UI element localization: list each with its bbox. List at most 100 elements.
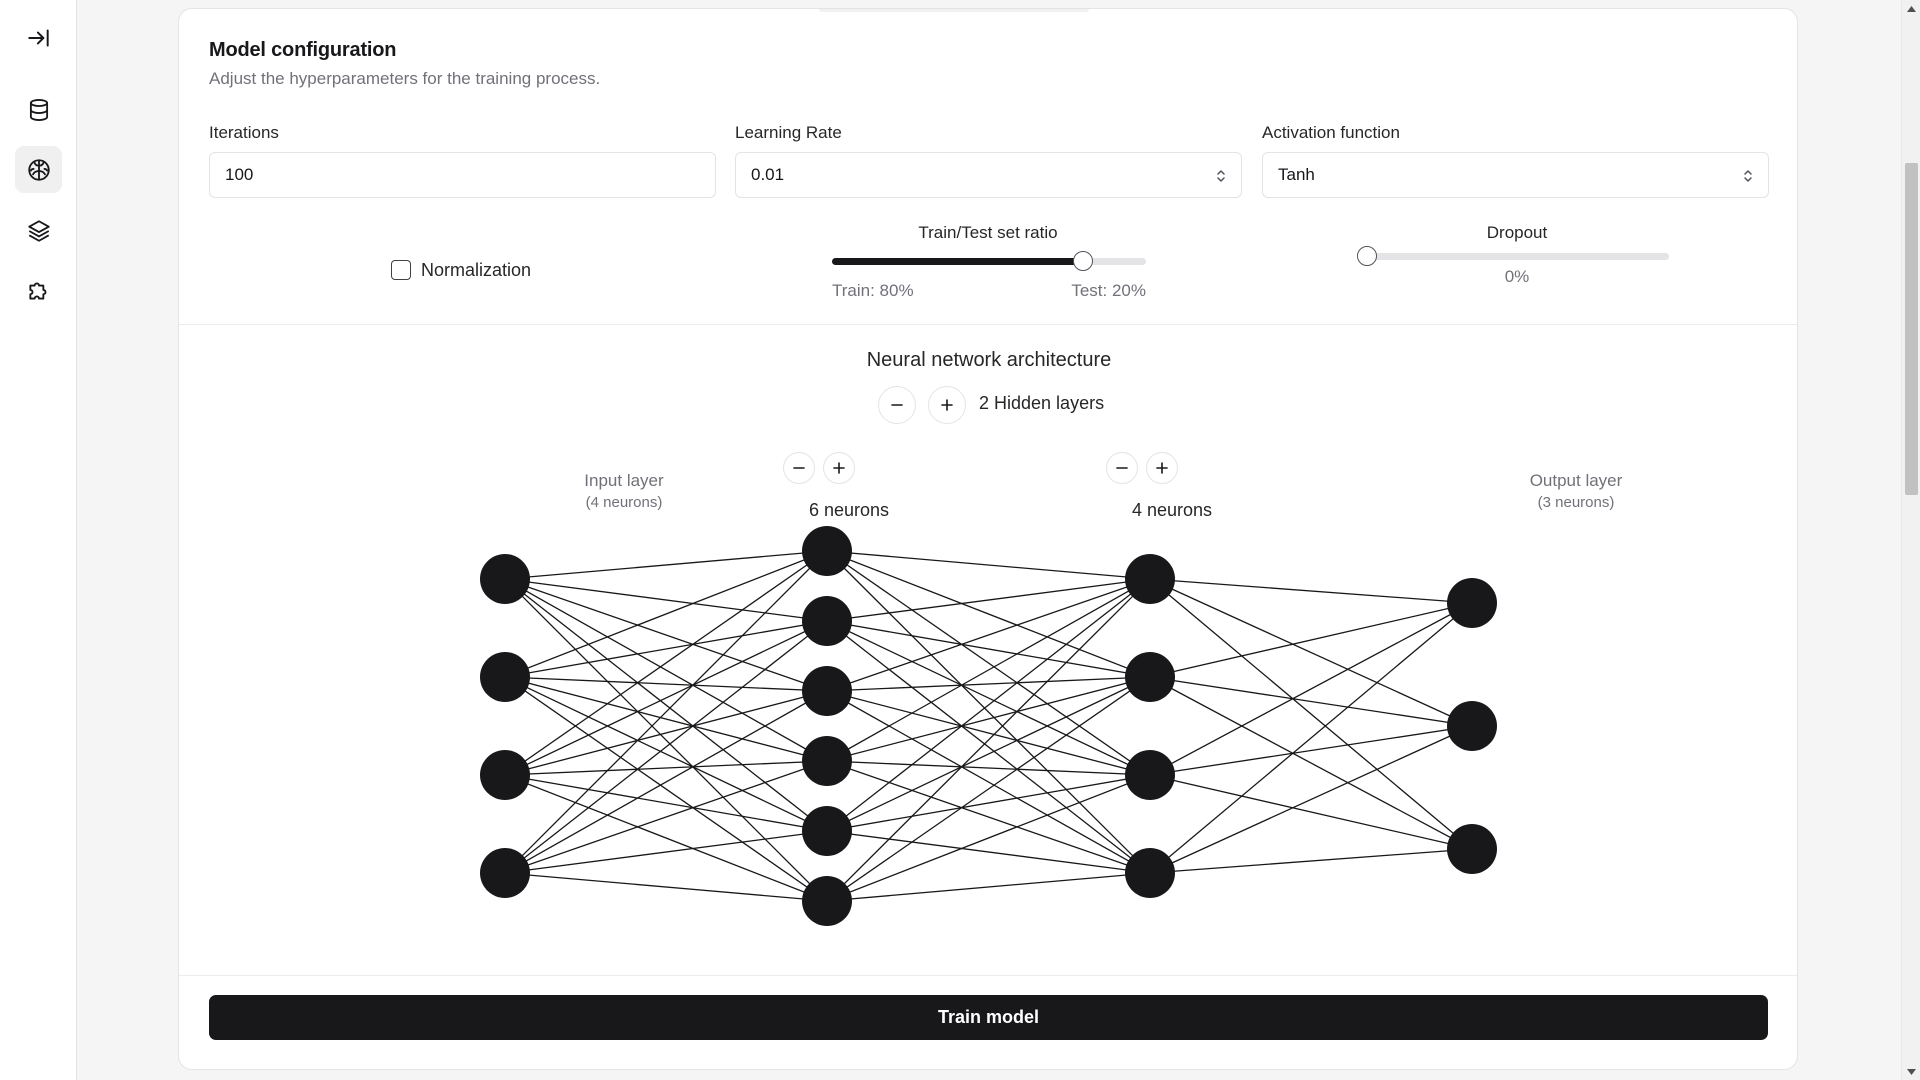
scroll-down-arrow[interactable] (1902, 1063, 1920, 1080)
connection-line (826, 676, 1151, 692)
hidden-layer-1-remove-neuron-button[interactable] (783, 452, 815, 484)
neuron-layer-3-2 (1447, 824, 1497, 874)
connection-line (1149, 774, 1473, 850)
neuron-layer-1-4 (802, 806, 852, 856)
connection-line (826, 690, 1151, 776)
output-layer-neurons: (3 neurons) (1537, 494, 1615, 511)
connection-line (504, 550, 828, 678)
connection-line (826, 774, 1151, 902)
architecture-title: Neural network architecture (866, 349, 1112, 371)
vertical-scrollbar[interactable] (1901, 0, 1920, 1080)
sidebar-item-data[interactable] (15, 86, 62, 133)
neuron-layer-2-3 (1125, 848, 1175, 898)
hidden-layers-count: 2 Hidden layers (979, 393, 1105, 413)
neuron-layer-3-0 (1447, 578, 1497, 628)
hidden-layer-1-add-neuron-button[interactable] (823, 452, 855, 484)
neuron-layer-1-5 (802, 876, 852, 926)
section-divider (179, 324, 1797, 325)
dropout-title: Dropout (1486, 223, 1548, 242)
connection-line (1149, 848, 1473, 874)
connection-line (826, 676, 1151, 832)
connection-line (1149, 602, 1473, 874)
connection-line (504, 578, 828, 902)
connection-line (504, 690, 828, 776)
connection-line (826, 872, 1151, 902)
neuron-layer-1-0 (802, 526, 852, 576)
connection-line (504, 578, 828, 762)
connection-line (1149, 578, 1473, 604)
neuron-layer-0-3 (480, 848, 530, 898)
input-layer-label: Input layer (584, 471, 664, 490)
hidden-layer-2-remove-neuron-button[interactable] (1106, 452, 1138, 484)
chevron-up-down-icon (1217, 170, 1225, 182)
iterations-field-wrapper (209, 152, 716, 198)
connection-line (826, 620, 1151, 874)
connection-line (1149, 725, 1473, 776)
connection-line (504, 760, 828, 874)
neuron-layer-1-2 (802, 666, 852, 716)
puzzle-icon (28, 282, 46, 300)
sidebar-item-layers[interactable] (15, 207, 62, 254)
connection-line (826, 550, 1151, 776)
activation-value: Tanh (1278, 165, 1315, 184)
neuron-layer-0-1 (480, 652, 530, 702)
sidebar-item-model[interactable] (15, 146, 62, 193)
connection-line (504, 690, 828, 874)
add-hidden-layer-button[interactable] (928, 386, 966, 424)
split-slider-title: Train/Test set ratio (918, 223, 1058, 242)
neuron-layer-2-0 (1125, 554, 1175, 604)
connection-line (826, 774, 1151, 832)
neuron-layer-1-1 (802, 596, 852, 646)
dropout-slider-thumb[interactable] (1357, 246, 1377, 266)
minus-icon (1116, 467, 1128, 469)
plus-icon (941, 399, 953, 411)
learning-rate-value: 0.01 (751, 165, 785, 184)
connection-line (826, 578, 1151, 762)
connection-line (504, 620, 828, 678)
connection-line (1149, 725, 1473, 874)
connection-line (504, 872, 828, 902)
plus-icon (1156, 462, 1168, 474)
plus-icon (833, 462, 845, 474)
card-description: Adjust the hyperparameters for the train… (209, 69, 601, 88)
normalization-label: Normalization (421, 260, 532, 280)
connection-line (504, 550, 828, 874)
connection-line (826, 578, 1151, 692)
dropout-slider-track[interactable] (1367, 253, 1669, 260)
collapse-sidebar-button[interactable] (15, 14, 62, 61)
scroll-up-arrow[interactable] (1902, 0, 1920, 17)
connection-line (504, 578, 828, 622)
input-layer-neurons: (4 neurons) (585, 494, 663, 511)
activation-select[interactable]: Tanh (1262, 152, 1769, 198)
connection-line (826, 830, 1151, 874)
connection-line (1149, 578, 1473, 727)
connection-line (1149, 676, 1473, 850)
triangle-down-icon (1907, 1068, 1916, 1075)
collapse-sidebar-icon (27, 28, 49, 47)
split-slider-thumb[interactable] (1073, 251, 1094, 271)
model-configuration-card: Model configuration Adjust the hyperpara… (178, 8, 1798, 1070)
triangle-up-icon (1907, 5, 1916, 12)
neuron-layer-2-2 (1125, 750, 1175, 800)
normalization-checkbox[interactable] (391, 260, 411, 280)
iterations-input[interactable] (225, 165, 700, 185)
split-slider-track[interactable] (832, 258, 1146, 265)
connection-line (826, 676, 1151, 902)
scrollbar-thumb[interactable] (1905, 163, 1918, 495)
footer-divider (179, 975, 1797, 976)
connection-line (504, 620, 828, 874)
layers-icon (27, 219, 50, 242)
remove-hidden-layer-button[interactable] (878, 386, 916, 424)
connection-line (826, 578, 1151, 832)
neuron-layer-3-1 (1447, 701, 1497, 751)
learning-rate-select[interactable]: 0.01 (735, 152, 1242, 198)
connection-line (504, 676, 828, 692)
connection-line (504, 550, 828, 580)
connection-line (504, 578, 828, 692)
hidden-layer-2-add-neuron-button[interactable] (1146, 452, 1178, 484)
train-model-button[interactable]: Train model (209, 995, 1768, 1040)
sidebar-item-plugins[interactable] (15, 267, 62, 314)
neuron-layer-2-1 (1125, 652, 1175, 702)
connection-line (504, 774, 828, 902)
connection-line (826, 550, 1151, 678)
